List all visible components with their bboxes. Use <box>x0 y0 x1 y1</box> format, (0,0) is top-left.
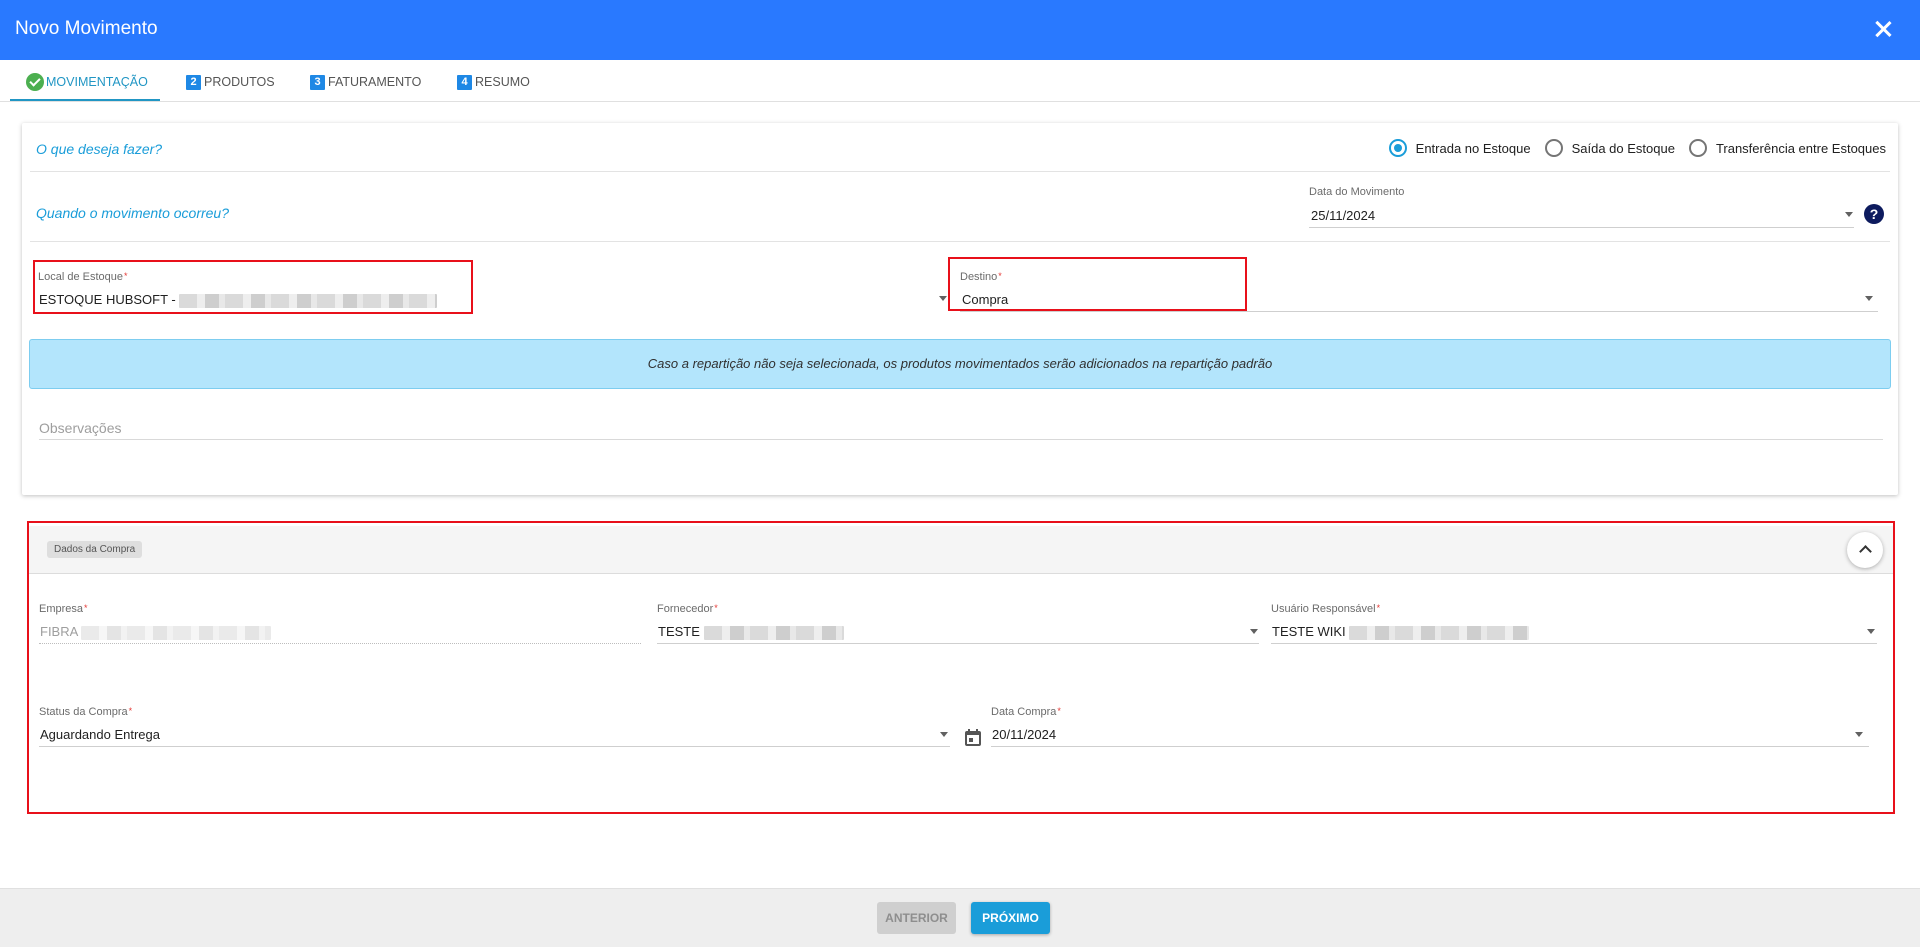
data-compra-underline <box>991 746 1869 747</box>
date-underline <box>1309 227 1854 228</box>
help-icon[interactable]: ? <box>1864 204 1884 224</box>
chevron-down-icon[interactable] <box>1865 296 1873 301</box>
data-compra-label: Data Compra* <box>991 706 1061 718</box>
radio-saida[interactable]: Saída do Estoque <box>1544 139 1675 157</box>
movement-type-radio-group: Entrada no Estoque Saída do Estoque Tran… <box>1375 139 1886 157</box>
tab-movimentacao[interactable]: MOVIMENTAÇÃO <box>26 71 148 93</box>
radio-label: Transferência entre Estoques <box>1715 140 1886 156</box>
tab-label: PRODUTOS <box>204 75 275 89</box>
next-button[interactable]: PRÓXIMO <box>971 902 1050 934</box>
tab-label: FATURAMENTO <box>328 75 422 89</box>
usuario-select[interactable]: TESTE WIKI <box>1272 624 1530 640</box>
status-label: Status da Compra* <box>39 706 133 718</box>
redacted-text <box>81 625 272 640</box>
radio-label: Entrada no Estoque <box>1415 140 1531 156</box>
local-estoque-select[interactable]: ESTOQUE HUBSOFT - <box>39 292 438 308</box>
chevron-down-icon[interactable] <box>1867 629 1875 634</box>
radio-entrada[interactable]: Entrada no Estoque <box>1388 139 1531 157</box>
divider <box>30 241 1890 242</box>
movement-card: O que deseja fazer? Entrada no Estoque S… <box>22 123 1898 495</box>
dialog-footer: ANTERIOR PRÓXIMO <box>0 888 1920 947</box>
purchase-section: Dados da Compra Empresa* FIBRA Fornecedo… <box>27 523 1895 811</box>
redacted-text <box>703 625 844 640</box>
data-compra-field[interactable]: 20/11/2024 <box>992 727 1056 742</box>
question-what: O que deseja fazer? <box>36 141 163 157</box>
tab-resumo[interactable]: 4 RESUMO <box>457 71 530 93</box>
redacted-text <box>1349 625 1530 640</box>
radio-unchecked-icon <box>1544 139 1563 157</box>
calendar-icon[interactable] <box>965 729 981 746</box>
radio-unchecked-icon <box>1688 139 1707 157</box>
purchase-section-header: Dados da Compra <box>29 526 1893 574</box>
destino-select[interactable]: Compra <box>962 292 1008 307</box>
section-title-chip: Dados da Compra <box>47 541 143 558</box>
previous-button[interactable]: ANTERIOR <box>877 902 956 934</box>
check-circle-icon <box>26 73 44 91</box>
empresa-field: FIBRA <box>40 624 272 640</box>
destino-underline <box>960 311 1878 312</box>
fornecedor-select[interactable]: TESTE <box>658 624 844 640</box>
chevron-down-icon[interactable] <box>1250 629 1258 634</box>
status-underline <box>39 746 950 747</box>
step-number-icon: 2 <box>186 74 201 90</box>
redacted-text <box>179 293 438 308</box>
close-icon[interactable] <box>1872 18 1894 40</box>
dialog-header: Novo Movimento <box>0 0 1920 60</box>
date-label: Data do Movimento <box>1309 186 1405 198</box>
movement-date-field[interactable]: 25/11/2024 <box>1311 208 1375 223</box>
chevron-down-icon[interactable] <box>1845 212 1853 217</box>
chevron-down-icon[interactable] <box>1855 732 1863 737</box>
local-label: Local de Estoque* <box>38 271 128 283</box>
status-select[interactable]: Aguardando Entrega <box>40 727 160 742</box>
step-tabs: MOVIMENTAÇÃO 2 PRODUTOS 3 FATURAMENTO 4 … <box>0 60 1920 102</box>
chevron-down-icon[interactable] <box>939 296 947 301</box>
active-tab-indicator <box>10 99 160 101</box>
tab-label: RESUMO <box>475 75 530 89</box>
observacoes-input[interactable] <box>39 416 1883 440</box>
tab-label: MOVIMENTAÇÃO <box>46 75 148 89</box>
radio-checked-icon <box>1388 139 1407 157</box>
destino-label: Destino* <box>960 271 1002 283</box>
step-number-icon: 4 <box>457 74 472 90</box>
usuario-underline <box>1271 643 1877 644</box>
chevron-down-icon[interactable] <box>940 732 948 737</box>
fornecedor-underline <box>657 643 1259 644</box>
tab-faturamento[interactable]: 3 FATURAMENTO <box>310 71 421 93</box>
dialog-title: Novo Movimento <box>15 18 158 39</box>
info-banner: Caso a repartição não seja selecionada, … <box>29 339 1891 389</box>
question-when: Quando o movimento ocorreu? <box>36 205 229 221</box>
divider <box>30 171 1890 172</box>
chevron-up-icon[interactable] <box>1847 532 1883 568</box>
usuario-label: Usuário Responsável* <box>1271 603 1381 615</box>
radio-transferencia[interactable]: Transferência entre Estoques <box>1688 139 1886 157</box>
empresa-underline <box>39 643 641 644</box>
fornecedor-label: Fornecedor* <box>657 603 718 615</box>
step-number-icon: 3 <box>310 74 325 90</box>
empresa-label: Empresa* <box>39 603 88 615</box>
radio-label: Saída do Estoque <box>1571 140 1675 156</box>
tab-produtos[interactable]: 2 PRODUTOS <box>186 71 275 93</box>
